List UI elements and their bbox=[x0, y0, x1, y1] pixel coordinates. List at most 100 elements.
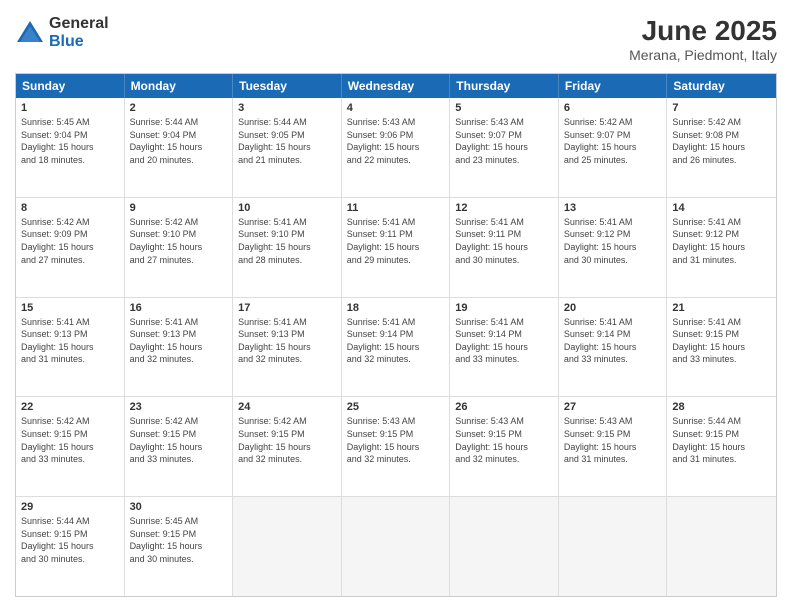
day-info: Sunrise: 5:43 AMSunset: 9:15 PMDaylight:… bbox=[455, 415, 553, 465]
subtitle: Merana, Piedmont, Italy bbox=[629, 47, 777, 63]
day-info: Sunrise: 5:41 AMSunset: 9:14 PMDaylight:… bbox=[455, 316, 553, 366]
day-number: 24 bbox=[238, 401, 336, 413]
day-cell-18: 18 Sunrise: 5:41 AMSunset: 9:14 PMDaylig… bbox=[342, 298, 451, 397]
main-title: June 2025 bbox=[629, 15, 777, 47]
day-number: 9 bbox=[130, 202, 228, 214]
day-info: Sunrise: 5:44 AMSunset: 9:05 PMDaylight:… bbox=[238, 116, 336, 166]
title-block: June 2025 Merana, Piedmont, Italy bbox=[629, 15, 777, 63]
day-number: 20 bbox=[564, 302, 662, 314]
day-info: Sunrise: 5:42 AMSunset: 9:10 PMDaylight:… bbox=[130, 216, 228, 266]
day-number: 7 bbox=[672, 102, 771, 114]
calendar-header: SundayMondayTuesdayWednesdayThursdayFrid… bbox=[16, 74, 776, 98]
calendar-row-0: 1 Sunrise: 5:45 AMSunset: 9:04 PMDayligh… bbox=[16, 98, 776, 198]
calendar-body: 1 Sunrise: 5:45 AMSunset: 9:04 PMDayligh… bbox=[16, 98, 776, 596]
day-number: 28 bbox=[672, 401, 771, 413]
day-cell-6: 6 Sunrise: 5:42 AMSunset: 9:07 PMDayligh… bbox=[559, 98, 668, 197]
day-number: 27 bbox=[564, 401, 662, 413]
day-cell-14: 14 Sunrise: 5:41 AMSunset: 9:12 PMDaylig… bbox=[667, 198, 776, 297]
day-number: 23 bbox=[130, 401, 228, 413]
logo-general-text: General bbox=[49, 15, 109, 33]
day-cell-13: 13 Sunrise: 5:41 AMSunset: 9:12 PMDaylig… bbox=[559, 198, 668, 297]
day-number: 26 bbox=[455, 401, 553, 413]
day-info: Sunrise: 5:42 AMSunset: 9:07 PMDaylight:… bbox=[564, 116, 662, 166]
day-number: 16 bbox=[130, 302, 228, 314]
day-info: Sunrise: 5:41 AMSunset: 9:15 PMDaylight:… bbox=[672, 316, 771, 366]
day-cell-22: 22 Sunrise: 5:42 AMSunset: 9:15 PMDaylig… bbox=[16, 397, 125, 496]
day-cell-3: 3 Sunrise: 5:44 AMSunset: 9:05 PMDayligh… bbox=[233, 98, 342, 197]
day-info: Sunrise: 5:41 AMSunset: 9:12 PMDaylight:… bbox=[564, 216, 662, 266]
empty-cell bbox=[342, 497, 451, 596]
header-day-thursday: Thursday bbox=[450, 74, 559, 98]
day-number: 18 bbox=[347, 302, 445, 314]
day-number: 25 bbox=[347, 401, 445, 413]
day-info: Sunrise: 5:44 AMSunset: 9:04 PMDaylight:… bbox=[130, 116, 228, 166]
day-info: Sunrise: 5:41 AMSunset: 9:13 PMDaylight:… bbox=[21, 316, 119, 366]
calendar-row-4: 29 Sunrise: 5:44 AMSunset: 9:15 PMDaylig… bbox=[16, 497, 776, 596]
header-day-wednesday: Wednesday bbox=[342, 74, 451, 98]
day-number: 17 bbox=[238, 302, 336, 314]
day-cell-15: 15 Sunrise: 5:41 AMSunset: 9:13 PMDaylig… bbox=[16, 298, 125, 397]
page: General Blue June 2025 Merana, Piedmont,… bbox=[0, 0, 792, 612]
empty-cell bbox=[559, 497, 668, 596]
day-info: Sunrise: 5:42 AMSunset: 9:15 PMDaylight:… bbox=[130, 415, 228, 465]
day-cell-10: 10 Sunrise: 5:41 AMSunset: 9:10 PMDaylig… bbox=[233, 198, 342, 297]
day-cell-1: 1 Sunrise: 5:45 AMSunset: 9:04 PMDayligh… bbox=[16, 98, 125, 197]
day-number: 4 bbox=[347, 102, 445, 114]
day-cell-19: 19 Sunrise: 5:41 AMSunset: 9:14 PMDaylig… bbox=[450, 298, 559, 397]
empty-cell bbox=[450, 497, 559, 596]
day-number: 5 bbox=[455, 102, 553, 114]
calendar-row-2: 15 Sunrise: 5:41 AMSunset: 9:13 PMDaylig… bbox=[16, 298, 776, 398]
day-info: Sunrise: 5:41 AMSunset: 9:13 PMDaylight:… bbox=[238, 316, 336, 366]
day-cell-7: 7 Sunrise: 5:42 AMSunset: 9:08 PMDayligh… bbox=[667, 98, 776, 197]
day-number: 12 bbox=[455, 202, 553, 214]
day-number: 8 bbox=[21, 202, 119, 214]
day-info: Sunrise: 5:42 AMSunset: 9:08 PMDaylight:… bbox=[672, 116, 771, 166]
day-number: 6 bbox=[564, 102, 662, 114]
day-cell-20: 20 Sunrise: 5:41 AMSunset: 9:14 PMDaylig… bbox=[559, 298, 668, 397]
day-cell-29: 29 Sunrise: 5:44 AMSunset: 9:15 PMDaylig… bbox=[16, 497, 125, 596]
day-info: Sunrise: 5:41 AMSunset: 9:12 PMDaylight:… bbox=[672, 216, 771, 266]
day-cell-5: 5 Sunrise: 5:43 AMSunset: 9:07 PMDayligh… bbox=[450, 98, 559, 197]
day-info: Sunrise: 5:45 AMSunset: 9:04 PMDaylight:… bbox=[21, 116, 119, 166]
calendar-row-1: 8 Sunrise: 5:42 AMSunset: 9:09 PMDayligh… bbox=[16, 198, 776, 298]
day-info: Sunrise: 5:43 AMSunset: 9:15 PMDaylight:… bbox=[564, 415, 662, 465]
day-cell-21: 21 Sunrise: 5:41 AMSunset: 9:15 PMDaylig… bbox=[667, 298, 776, 397]
day-number: 21 bbox=[672, 302, 771, 314]
header-day-monday: Monday bbox=[125, 74, 234, 98]
day-info: Sunrise: 5:44 AMSunset: 9:15 PMDaylight:… bbox=[21, 515, 119, 565]
day-info: Sunrise: 5:42 AMSunset: 9:15 PMDaylight:… bbox=[21, 415, 119, 465]
day-number: 15 bbox=[21, 302, 119, 314]
day-cell-26: 26 Sunrise: 5:43 AMSunset: 9:15 PMDaylig… bbox=[450, 397, 559, 496]
day-info: Sunrise: 5:41 AMSunset: 9:10 PMDaylight:… bbox=[238, 216, 336, 266]
day-number: 10 bbox=[238, 202, 336, 214]
header-day-saturday: Saturday bbox=[667, 74, 776, 98]
day-cell-11: 11 Sunrise: 5:41 AMSunset: 9:11 PMDaylig… bbox=[342, 198, 451, 297]
day-cell-4: 4 Sunrise: 5:43 AMSunset: 9:06 PMDayligh… bbox=[342, 98, 451, 197]
day-cell-16: 16 Sunrise: 5:41 AMSunset: 9:13 PMDaylig… bbox=[125, 298, 234, 397]
day-number: 22 bbox=[21, 401, 119, 413]
empty-cell bbox=[667, 497, 776, 596]
day-cell-25: 25 Sunrise: 5:43 AMSunset: 9:15 PMDaylig… bbox=[342, 397, 451, 496]
day-info: Sunrise: 5:41 AMSunset: 9:11 PMDaylight:… bbox=[347, 216, 445, 266]
day-cell-8: 8 Sunrise: 5:42 AMSunset: 9:09 PMDayligh… bbox=[16, 198, 125, 297]
day-cell-2: 2 Sunrise: 5:44 AMSunset: 9:04 PMDayligh… bbox=[125, 98, 234, 197]
day-info: Sunrise: 5:43 AMSunset: 9:07 PMDaylight:… bbox=[455, 116, 553, 166]
empty-cell bbox=[233, 497, 342, 596]
logo-blue-text: Blue bbox=[49, 33, 109, 51]
day-cell-30: 30 Sunrise: 5:45 AMSunset: 9:15 PMDaylig… bbox=[125, 497, 234, 596]
day-number: 1 bbox=[21, 102, 119, 114]
day-info: Sunrise: 5:41 AMSunset: 9:14 PMDaylight:… bbox=[347, 316, 445, 366]
day-cell-24: 24 Sunrise: 5:42 AMSunset: 9:15 PMDaylig… bbox=[233, 397, 342, 496]
day-cell-23: 23 Sunrise: 5:42 AMSunset: 9:15 PMDaylig… bbox=[125, 397, 234, 496]
day-cell-27: 27 Sunrise: 5:43 AMSunset: 9:15 PMDaylig… bbox=[559, 397, 668, 496]
day-number: 2 bbox=[130, 102, 228, 114]
day-number: 13 bbox=[564, 202, 662, 214]
logo: General Blue bbox=[15, 15, 109, 50]
day-info: Sunrise: 5:45 AMSunset: 9:15 PMDaylight:… bbox=[130, 515, 228, 565]
header-day-tuesday: Tuesday bbox=[233, 74, 342, 98]
logo-text: General Blue bbox=[49, 15, 109, 50]
day-cell-28: 28 Sunrise: 5:44 AMSunset: 9:15 PMDaylig… bbox=[667, 397, 776, 496]
day-cell-12: 12 Sunrise: 5:41 AMSunset: 9:11 PMDaylig… bbox=[450, 198, 559, 297]
day-info: Sunrise: 5:41 AMSunset: 9:13 PMDaylight:… bbox=[130, 316, 228, 366]
day-cell-9: 9 Sunrise: 5:42 AMSunset: 9:10 PMDayligh… bbox=[125, 198, 234, 297]
